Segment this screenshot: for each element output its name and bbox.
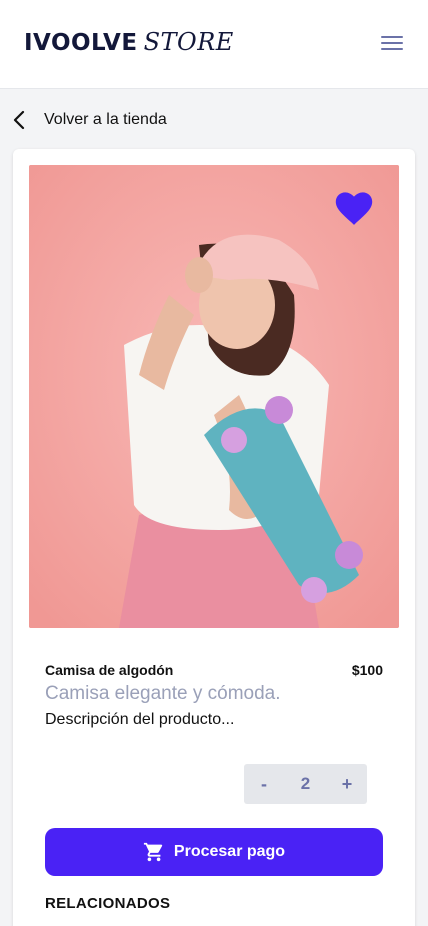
product-name: Camisa de algodón bbox=[45, 662, 174, 678]
product-price: $100 bbox=[351, 662, 383, 678]
product-photo bbox=[29, 165, 399, 628]
quantity-stepper: - 2 + bbox=[244, 764, 367, 804]
quantity-decrement-button[interactable]: - bbox=[244, 774, 284, 795]
quantity-value: 2 bbox=[300, 774, 311, 793]
favorite-heart-icon[interactable] bbox=[335, 191, 373, 227]
chevron-left-icon bbox=[13, 110, 25, 130]
process-payment-label: Procesar pago bbox=[173, 843, 286, 860]
process-payment-button[interactable]: Procesar pago bbox=[45, 828, 383, 876]
product-tagline: Camisa elegante y cómoda. bbox=[45, 683, 281, 704]
back-to-store-link[interactable]: Volver a la tienda bbox=[0, 100, 428, 140]
brand-subtitle: STORE bbox=[143, 28, 234, 56]
product-photo-illustration bbox=[29, 165, 399, 628]
app-header: IVOOLVE STORE bbox=[0, 0, 428, 89]
product-description: Descripción del producto... bbox=[45, 711, 235, 728]
product-card: Camisa de algodón $100 Camisa elegante y… bbox=[13, 149, 415, 926]
hamburger-menu-icon[interactable] bbox=[381, 36, 403, 52]
related-heading: RELACIONADOS bbox=[45, 895, 171, 912]
quantity-increment-button[interactable]: + bbox=[327, 774, 367, 795]
brand-logo[interactable]: IVOOLVE STORE bbox=[24, 28, 234, 56]
cart-icon bbox=[143, 842, 163, 862]
back-link-label: Volver a la tienda bbox=[44, 111, 167, 128]
brand-name: IVOOLVE bbox=[24, 30, 138, 56]
